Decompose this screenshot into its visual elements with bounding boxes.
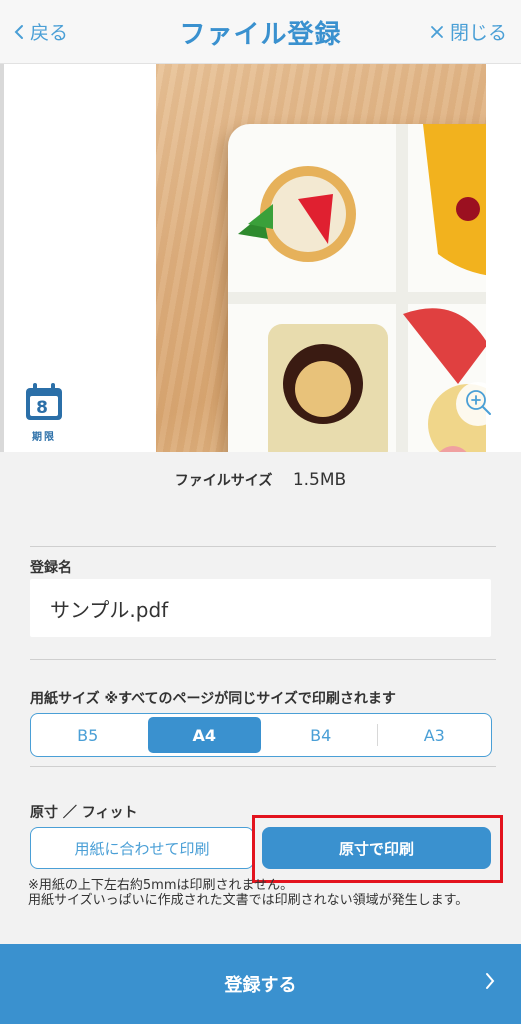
file-size-value: 1.5MB [292, 470, 347, 490]
note-line-2: 用紙サイズいっぱいに作成された文書では印刷されない領域が発生します。 [28, 893, 469, 908]
paper-size-a4[interactable]: A4 [147, 717, 261, 753]
back-label: 戻る [30, 22, 69, 44]
preview-edge [0, 64, 4, 452]
note-line-1: ※用紙の上下左右約5mmは印刷されません。 [28, 878, 294, 893]
fit-to-paper-button[interactable]: 用紙に合わせて印刷 [30, 827, 254, 869]
paper-size-selector: B5 A4 B4 A3 [30, 713, 492, 757]
divider [30, 659, 496, 660]
paper-size-label: 用紙サイズ ※すべてのページが同じサイズで印刷されます [30, 691, 396, 707]
header-bar: 戻る ファイル登録 閉じる [0, 0, 521, 64]
divider [30, 546, 496, 547]
deadline-badge[interactable]: 8 期限 [22, 382, 66, 443]
paper-size-b5[interactable]: B5 [31, 714, 145, 756]
close-label: 閉じる [449, 22, 507, 44]
register-label: 登録する [224, 975, 297, 996]
file-size-label: ファイルサイズ [174, 473, 273, 489]
file-preview: 8 期限 [0, 64, 521, 452]
paper-size-a3[interactable]: A3 [378, 714, 492, 756]
actual-size-button[interactable]: 原寸で印刷 [262, 827, 491, 869]
print-note: ※用紙の上下左右約5mmは印刷されません。 用紙サイズいっぱいに作成された文書で… [28, 878, 498, 908]
chevron-left-icon [14, 24, 24, 40]
fit-label: 原寸 ／ フィット [30, 805, 138, 821]
calendar-day: 8 [36, 398, 48, 418]
paper-size-b4[interactable]: B4 [264, 714, 378, 756]
zoom-in-icon [463, 387, 493, 421]
divider [30, 766, 496, 767]
register-button[interactable]: 登録する [0, 944, 521, 1024]
zoom-button[interactable] [456, 382, 500, 426]
deadline-label: 期限 [32, 432, 56, 443]
registration-name-input[interactable] [30, 579, 491, 637]
close-icon [430, 25, 444, 39]
chevron-right-icon [485, 972, 495, 995]
registration-name-label: 登録名 [30, 560, 72, 576]
close-button[interactable]: 閉じる [416, 0, 521, 64]
plate-illustration [228, 124, 486, 452]
preview-image [156, 64, 486, 452]
back-button[interactable]: 戻る [0, 0, 82, 64]
file-size-row: ファイルサイズ 1.5MB [0, 470, 521, 490]
